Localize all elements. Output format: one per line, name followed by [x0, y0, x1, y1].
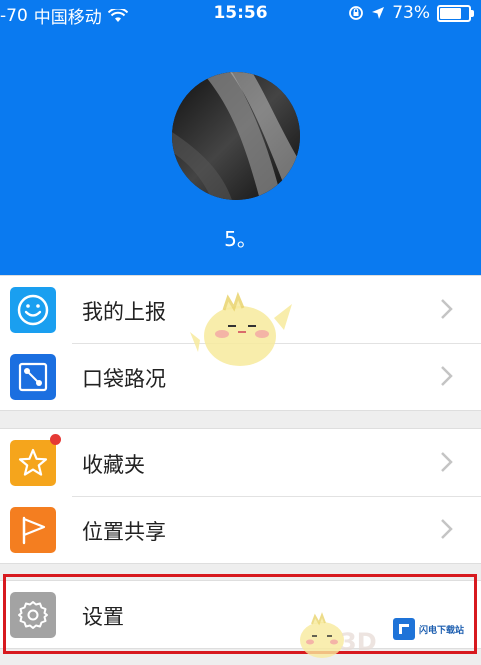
profile-header: -70 中国移动 15:56 73% 5。	[0, 0, 481, 275]
avatar-photo	[172, 72, 300, 200]
menu-item-label: 设置	[82, 605, 124, 629]
orientation-lock-icon	[349, 6, 364, 20]
chevron-right-icon	[441, 299, 453, 319]
watermark-text: 闪电下载站	[419, 625, 465, 636]
flag-icon	[10, 507, 56, 553]
chevron-right-icon	[441, 519, 453, 539]
menu-item-label: 口袋路况	[82, 367, 166, 391]
status-bar: -70 中国移动 15:56 73%	[0, 0, 481, 28]
menu-item-label: 我的上报	[82, 300, 166, 324]
menu-group-2: 收藏夹 位置共享	[0, 428, 481, 564]
battery-percent: 73%	[392, 3, 430, 23]
avatar[interactable]	[172, 72, 300, 200]
watermark-partial-text: 3D	[340, 628, 377, 656]
status-right: 73%	[348, 3, 474, 23]
battery-icon	[437, 4, 474, 22]
menu-item-label: 收藏夹	[82, 453, 145, 477]
chevron-right-icon	[441, 366, 453, 386]
map-route-icon	[10, 354, 56, 400]
watermark-logo: 闪电下载站	[393, 618, 464, 640]
watermark-cube-icon	[393, 618, 415, 640]
chevron-right-icon	[441, 452, 453, 472]
notification-badge	[50, 434, 61, 445]
smiley-icon	[10, 287, 56, 333]
menu-item-location-share[interactable]: 位置共享	[0, 496, 481, 563]
username: 5。	[224, 227, 257, 251]
star-icon	[10, 440, 56, 486]
menu-item-favorites[interactable]: 收藏夹	[0, 429, 481, 496]
menu-item-label: 位置共享	[82, 520, 166, 544]
location-arrow-icon	[372, 7, 385, 19]
mascot-watermark-icon	[190, 291, 292, 366]
gear-icon	[10, 592, 56, 638]
